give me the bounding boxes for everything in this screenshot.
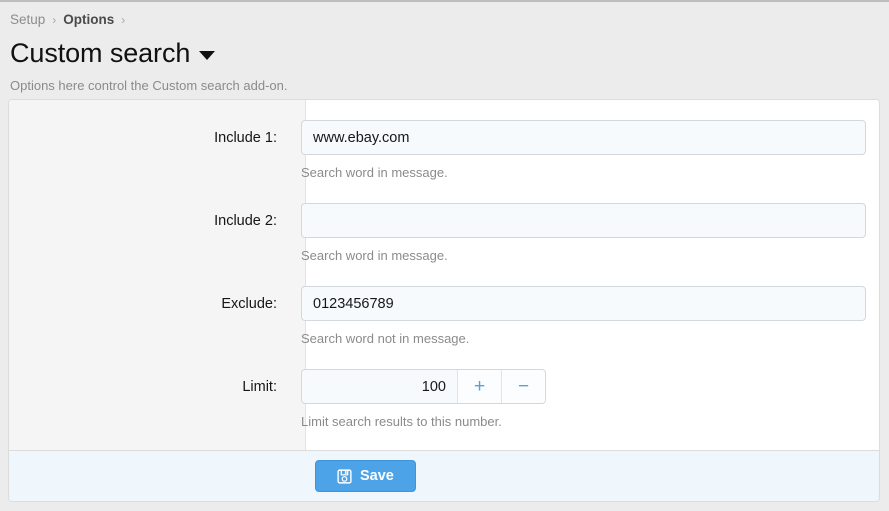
breadcrumb: Setup › Options › (10, 10, 879, 30)
label-include-2: Include 2: (9, 211, 291, 231)
page-title-row[interactable]: Custom search (10, 37, 879, 69)
field-include-1: Search word in message. (291, 120, 879, 181)
options-form: Include 1: Search word in message. Inclu… (9, 100, 879, 450)
label-limit: Limit: (9, 377, 291, 397)
limit-decrement-button[interactable]: − (501, 370, 545, 403)
help-exclude: Search word not in message. (301, 330, 866, 347)
input-include-2[interactable] (301, 203, 866, 238)
page-header: Setup › Options › Custom search Options … (0, 2, 889, 94)
breadcrumb-item-setup[interactable]: Setup (10, 11, 45, 29)
options-panel: Include 1: Search word in message. Inclu… (8, 99, 880, 502)
save-button[interactable]: Save (315, 460, 416, 492)
field-exclude: Search word not in message. (291, 286, 879, 347)
form-row-include-2: Include 2: Search word in message. (9, 203, 879, 264)
breadcrumb-item-options[interactable]: Options (63, 11, 114, 29)
breadcrumb-separator-icon: › (52, 11, 56, 29)
input-exclude[interactable] (301, 286, 866, 321)
limit-increment-button[interactable]: + (457, 370, 501, 403)
label-exclude: Exclude: (9, 294, 291, 314)
breadcrumb-separator-icon-2: › (121, 11, 125, 29)
page-subtitle: Options here control the Custom search a… (10, 77, 879, 94)
input-include-1[interactable] (301, 120, 866, 155)
help-limit: Limit search results to this number. (301, 413, 866, 430)
save-button-label: Save (360, 469, 394, 484)
floppy-disk-save-icon (337, 469, 352, 484)
field-limit: + − Limit search results to this number. (291, 369, 879, 430)
form-row-include-1: Include 1: Search word in message. (9, 120, 879, 181)
page-title: Custom search (10, 38, 190, 69)
app-window: Setup › Options › Custom search Options … (0, 0, 889, 511)
form-row-limit: Limit: + − Limit search results to this … (9, 369, 879, 430)
form-rows: Include 1: Search word in message. Inclu… (9, 120, 879, 430)
form-row-exclude: Exclude: Search word not in message. (9, 286, 879, 347)
panel-footer: Save (9, 450, 879, 501)
input-limit[interactable] (302, 370, 457, 403)
label-include-1: Include 1: (9, 128, 291, 148)
limit-stepper: + − (301, 369, 546, 404)
help-include-1: Search word in message. (301, 164, 866, 181)
chevron-down-icon[interactable] (199, 51, 215, 60)
help-include-2: Search word in message. (301, 247, 866, 264)
field-include-2: Search word in message. (291, 203, 879, 264)
